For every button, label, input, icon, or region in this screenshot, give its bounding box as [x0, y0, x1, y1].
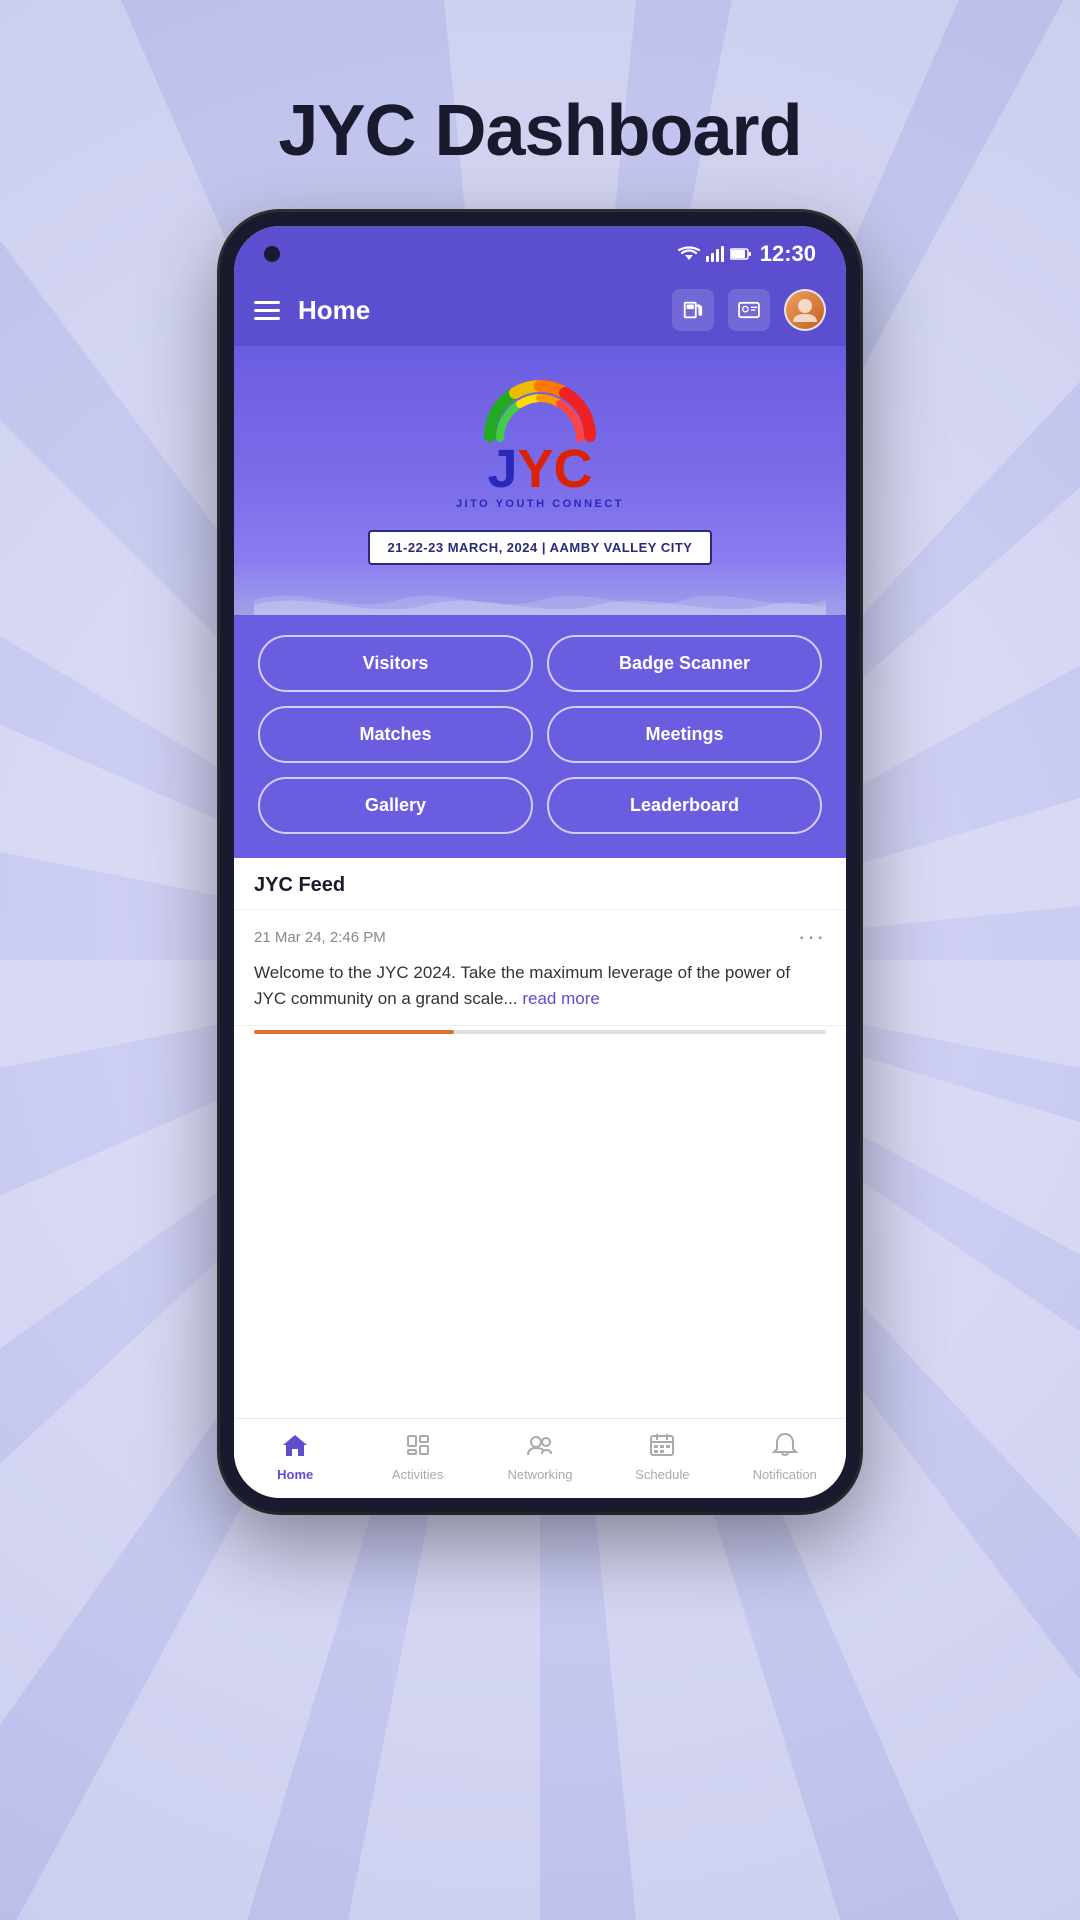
- page-title: JYC Dashboard: [0, 0, 1080, 212]
- user-avatar[interactable]: [784, 289, 826, 331]
- hamburger-menu[interactable]: [254, 301, 280, 320]
- feed-section: JYC Feed 21 Mar 24, 2:46 PM ··· Welcome …: [234, 858, 846, 1418]
- nav-left: Home: [254, 295, 370, 326]
- feed-timestamp: 21 Mar 24, 2:46 PM: [254, 929, 386, 946]
- nav-title: Home: [298, 295, 370, 326]
- fuel-icon: [682, 299, 704, 321]
- id-card-button[interactable]: [728, 289, 770, 331]
- logo-j: J: [487, 442, 517, 496]
- logo-subtitle: JITO YOUTH CONNECT: [456, 498, 624, 510]
- feed-text: Welcome to the JYC 2024. Take the maximu…: [254, 960, 826, 1011]
- wifi-icon: [678, 246, 700, 262]
- activities-icon: [404, 1432, 432, 1463]
- phone-frame: 12:30 Home: [220, 212, 860, 1512]
- nav-label-notification: Notification: [753, 1467, 817, 1482]
- jyc-logo: J Y C JITO YOUTH CONNECT: [456, 376, 624, 510]
- notification-icon: [771, 1432, 799, 1463]
- event-badge: 21-22-23 MARCH, 2024 | AAMBY VALLEY CITY: [368, 530, 713, 565]
- networking-icon: [526, 1432, 554, 1463]
- status-bar-right: 12:30: [678, 241, 816, 267]
- badge-scanner-button[interactable]: Badge Scanner: [547, 635, 822, 692]
- feed-item-header: 21 Mar 24, 2:46 PM ···: [254, 924, 826, 950]
- nav-label-networking: Networking: [507, 1467, 572, 1482]
- progress-bar-row: [234, 1026, 846, 1034]
- progress-fill: [254, 1030, 454, 1034]
- progress-bar: [254, 1030, 826, 1034]
- id-card-icon: [738, 301, 760, 319]
- bottom-navigation: Home Activities: [234, 1418, 846, 1498]
- avatar-placeholder-icon: [789, 294, 821, 326]
- battery-icon: [730, 248, 752, 260]
- jyc-logo-arc: [480, 376, 600, 446]
- visitors-button[interactable]: Visitors: [258, 635, 533, 692]
- status-bar-left: [264, 246, 280, 262]
- time-display: 12:30: [760, 241, 816, 267]
- feed-header: JYC Feed: [234, 858, 846, 910]
- nav-right: [672, 289, 826, 331]
- nav-item-activities[interactable]: Activities: [378, 1432, 458, 1482]
- read-more-link[interactable]: read more: [522, 989, 599, 1008]
- status-icons: [678, 246, 752, 262]
- nav-item-networking[interactable]: Networking: [500, 1432, 580, 1482]
- wave-divider: [254, 585, 826, 615]
- nav-label-home: Home: [277, 1467, 313, 1482]
- logo-y: Y: [518, 442, 554, 496]
- camera-icon: [264, 246, 280, 262]
- meetings-button[interactable]: Meetings: [547, 706, 822, 763]
- feed-more-button[interactable]: ···: [798, 924, 826, 950]
- home-icon: [281, 1432, 309, 1463]
- top-navigation: Home: [234, 278, 846, 346]
- nav-label-schedule: Schedule: [635, 1467, 689, 1482]
- schedule-icon: [648, 1432, 676, 1463]
- feed-item: 21 Mar 24, 2:46 PM ··· Welcome to the JY…: [234, 910, 846, 1026]
- nav-item-home[interactable]: Home: [255, 1432, 335, 1482]
- nav-item-notification[interactable]: Notification: [745, 1432, 825, 1482]
- gallery-button[interactable]: Gallery: [258, 777, 533, 834]
- matches-button[interactable]: Matches: [258, 706, 533, 763]
- nav-label-activities: Activities: [392, 1467, 443, 1482]
- status-bar: 12:30: [234, 226, 846, 278]
- signal-icon: [706, 246, 724, 262]
- phone-screen: 12:30 Home: [234, 226, 846, 1498]
- leaderboard-button[interactable]: Leaderboard: [547, 777, 822, 834]
- fuel-button[interactable]: [672, 289, 714, 331]
- logo-c: C: [554, 442, 593, 496]
- action-buttons-grid: Visitors Badge Scanner Matches Meetings …: [234, 615, 846, 858]
- hero-banner: J Y C JITO YOUTH CONNECT 21-22-23 MARCH,…: [234, 346, 846, 615]
- avatar-image: [786, 291, 824, 329]
- nav-item-schedule[interactable]: Schedule: [622, 1432, 702, 1482]
